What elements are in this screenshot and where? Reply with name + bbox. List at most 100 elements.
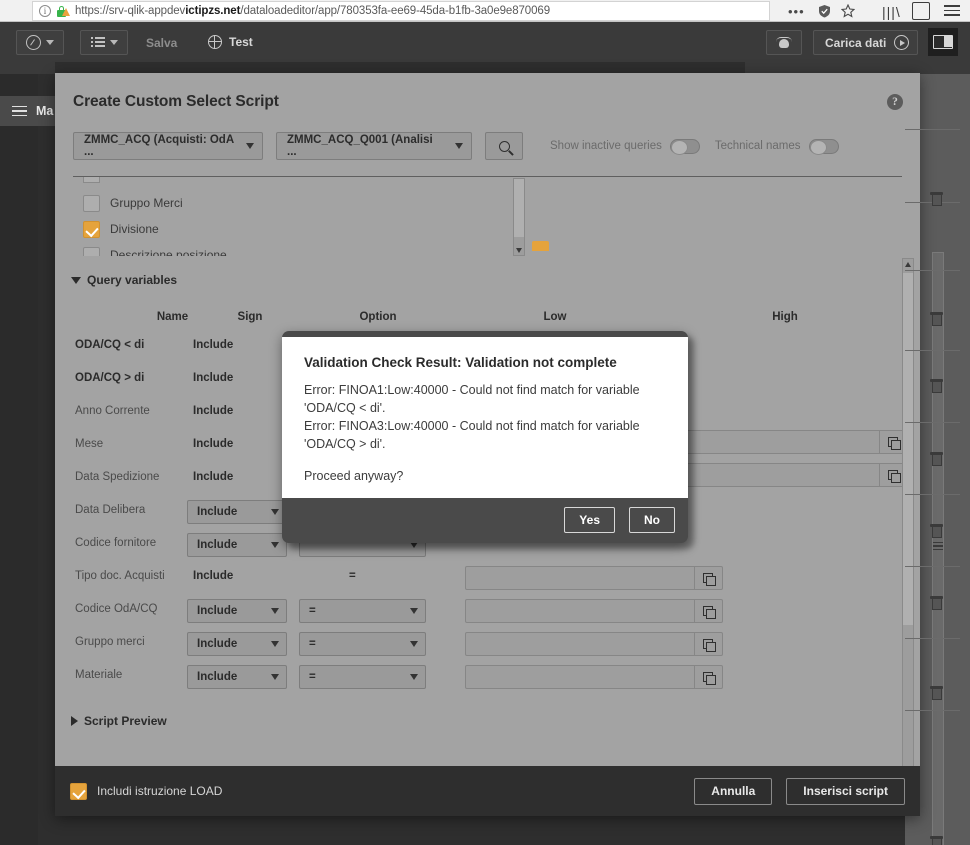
- background-resize-grip[interactable]: [933, 542, 943, 552]
- show-inactive-queries-toggle[interactable]: Show inactive queries: [550, 138, 700, 155]
- row-option-dropdown[interactable]: =: [299, 599, 426, 623]
- save-button[interactable]: Salva: [146, 36, 177, 50]
- chevron-down-icon: [271, 674, 279, 680]
- chevron-down-icon[interactable]: [516, 248, 522, 253]
- field-list-scrollbar[interactable]: [513, 178, 525, 256]
- query-select[interactable]: ZMMC_ACQ_Q001 (Analisi ...: [276, 132, 472, 160]
- url-text: https://srv-qlik-appdevictipzs.net/datal…: [75, 5, 550, 17]
- no-button[interactable]: No: [629, 507, 675, 533]
- row-low-input[interactable]: [465, 665, 723, 689]
- script-preview-section-header[interactable]: Script Preview: [71, 714, 167, 728]
- bug-icon: [776, 36, 792, 49]
- dialog-select-row: ZMMC_ACQ (Acquisti: OdA ... ZMMC_ACQ_Q00…: [73, 132, 839, 160]
- row-option-dropdown[interactable]: =: [299, 632, 426, 656]
- toggle-switch[interactable]: [669, 138, 700, 155]
- query-select-value: ZMMC_ACQ_Q001 (Analisi ...: [287, 134, 433, 158]
- connection-select-value: ZMMC_ACQ (Acquisti: OdA ...: [84, 134, 234, 158]
- panel-layout-icon: [933, 35, 953, 49]
- toggle-switch[interactable]: [808, 138, 839, 155]
- field-checkbox[interactable]: [83, 194, 100, 212]
- table-row: Tipo doc. Acquisti Include =: [63, 562, 893, 594]
- screenshot-root: Ma Cartella Output i https://srv-qlik-ap…: [0, 0, 970, 845]
- lock-warning-icon[interactable]: [56, 5, 70, 18]
- library-icon[interactable]: |||\: [882, 4, 901, 20]
- field-list-item[interactable]: Divisione: [83, 218, 159, 240]
- field-label: Divisione: [110, 222, 159, 236]
- search-button[interactable]: [485, 132, 523, 160]
- sidebar-icon[interactable]: [912, 2, 930, 20]
- yes-button[interactable]: Yes: [564, 507, 615, 533]
- insert-script-button[interactable]: Inserisci script: [786, 777, 905, 805]
- row-name: Tipo doc. Acquisti: [75, 570, 165, 582]
- include-load-checkbox[interactable]: [70, 782, 87, 800]
- shield-icon[interactable]: [818, 4, 831, 18]
- app-toolbar: Salva Test Carica dati: [0, 22, 970, 62]
- copy-button[interactable]: [694, 666, 722, 688]
- row-name: Data Delibera: [75, 504, 146, 516]
- scrollbar-thumb[interactable]: [514, 179, 524, 237]
- page-actions-icon[interactable]: •••: [788, 4, 805, 19]
- script-preview-label: Script Preview: [84, 714, 167, 728]
- field-list-accent-marker: [532, 241, 549, 251]
- toggle-panel-button[interactable]: [928, 28, 958, 56]
- copy-icon: [703, 572, 716, 586]
- copy-icon: [703, 671, 716, 685]
- help-icon[interactable]: ?: [887, 94, 903, 110]
- copy-button[interactable]: [694, 633, 722, 655]
- technical-names-label: Technical names: [714, 140, 801, 152]
- row-sign-dropdown[interactable]: Include: [187, 533, 287, 557]
- query-variables-scrollbar[interactable]: [902, 258, 914, 798]
- row-option-dropdown[interactable]: =: [299, 665, 426, 689]
- field-list-item[interactable]: Descrizione posizione: [83, 244, 227, 256]
- field-checkbox[interactable]: [83, 220, 100, 238]
- navigation-dropdown[interactable]: [16, 30, 64, 55]
- copy-button[interactable]: [694, 567, 722, 589]
- row-name: Mese: [75, 438, 104, 450]
- hamburger-menu-icon[interactable]: [944, 5, 960, 17]
- copy-icon: [888, 469, 901, 483]
- row-low-input[interactable]: [465, 599, 723, 623]
- row-option-value: =: [309, 638, 316, 650]
- validation-proceed-question: Proceed anyway?: [304, 469, 404, 483]
- column-header-high: High: [772, 311, 798, 323]
- row-low-input[interactable]: [465, 632, 723, 656]
- row-name: Data Spedizione: [75, 471, 160, 483]
- query-variables-section-header[interactable]: Query variables: [71, 273, 177, 287]
- bookmark-star-icon[interactable]: [840, 3, 856, 18]
- row-sign-value: Include: [197, 671, 238, 683]
- cancel-button[interactable]: Annulla: [694, 777, 773, 805]
- row-low-input[interactable]: [465, 566, 723, 590]
- technical-names-toggle[interactable]: Technical names: [714, 138, 839, 155]
- field-checkbox[interactable]: [83, 246, 100, 256]
- row-sign-dropdown[interactable]: Include: [187, 632, 287, 656]
- row-sign: Include: [193, 339, 234, 351]
- field-list-item[interactable]: Gruppo Merci: [83, 192, 183, 214]
- row-sign-dropdown[interactable]: Include: [187, 599, 287, 623]
- globe-icon: [207, 34, 222, 49]
- copy-button[interactable]: [694, 600, 722, 622]
- page-info-icon[interactable]: i: [39, 5, 51, 17]
- chevron-up-icon[interactable]: [905, 262, 911, 267]
- field-list-divider: [73, 176, 902, 177]
- load-data-button[interactable]: Carica dati: [813, 30, 918, 55]
- test-button[interactable]: Test: [207, 34, 253, 49]
- connection-select[interactable]: ZMMC_ACQ (Acquisti: OdA ...: [73, 132, 263, 160]
- row-sign: Include: [193, 405, 234, 417]
- sections-dropdown[interactable]: [80, 30, 128, 55]
- chevron-down-icon: [410, 674, 418, 680]
- row-option-value: =: [309, 671, 316, 683]
- field-label: Descrizione posizione: [110, 248, 227, 256]
- dialog-title: Create Custom Select Script: [73, 93, 279, 110]
- address-bar[interactable]: i https://srv-qlik-appdevictipzs.net/dat…: [32, 1, 770, 21]
- compass-icon: [26, 35, 41, 50]
- validation-error-1: Error: FINOA1:Low:40000 - Could not find…: [304, 383, 640, 415]
- scrollbar-thumb[interactable]: [903, 273, 913, 625]
- row-sign-dropdown[interactable]: Include: [187, 665, 287, 689]
- row-sign-value: Include: [197, 506, 238, 518]
- debug-button[interactable]: [766, 30, 802, 55]
- chevron-down-icon: [109, 40, 118, 45]
- load-data-label: Carica dati: [825, 35, 887, 50]
- row-sign-dropdown[interactable]: Include: [187, 500, 287, 524]
- row-sign: Include: [193, 471, 234, 483]
- copy-icon: [703, 638, 716, 652]
